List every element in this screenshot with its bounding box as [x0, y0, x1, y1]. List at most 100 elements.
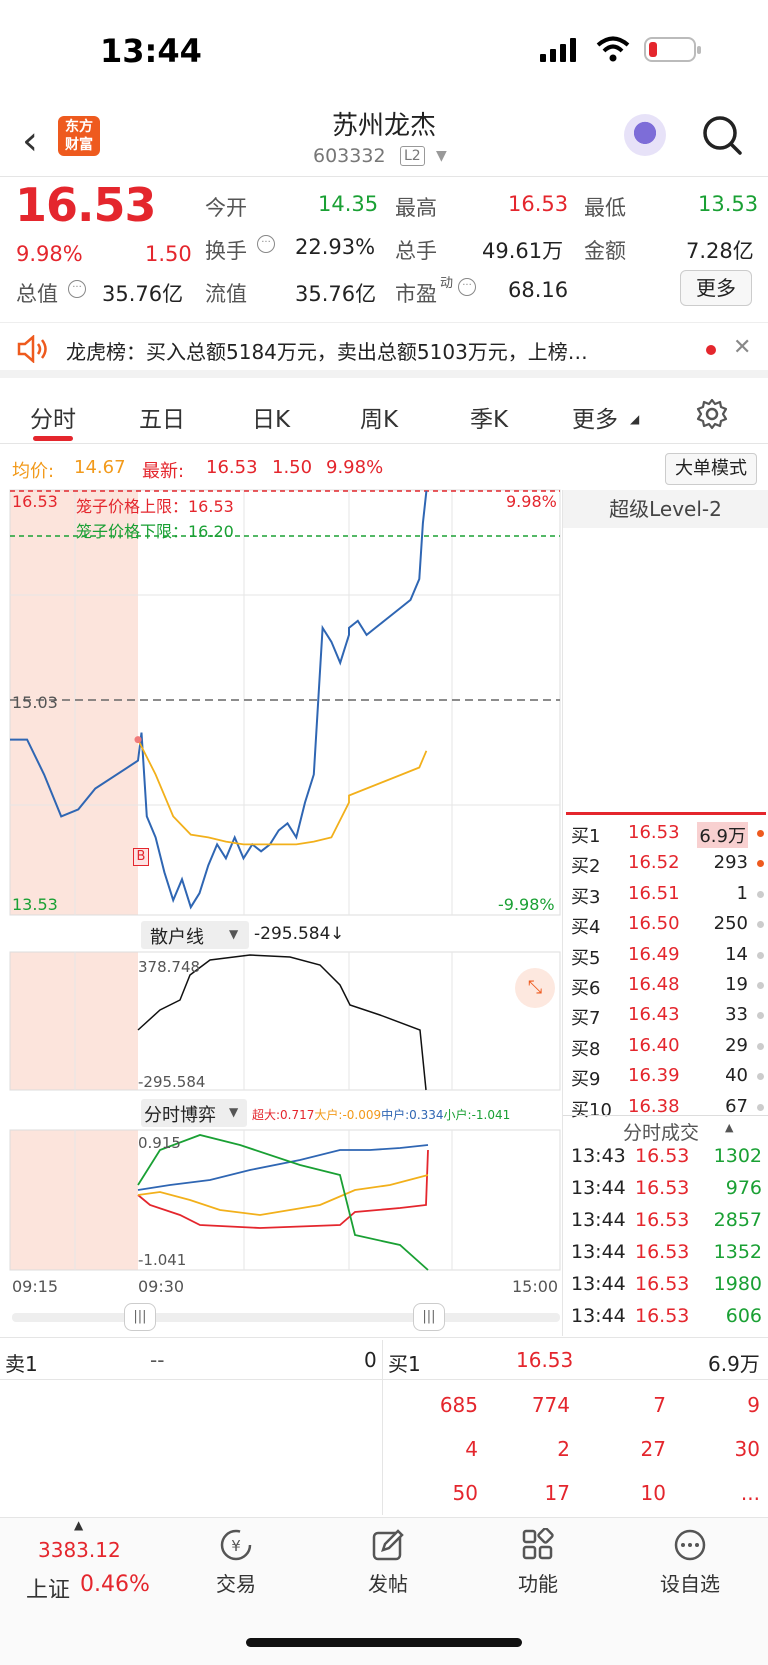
- sell1-price: --: [150, 1348, 165, 1372]
- caret-up-icon: ▲: [725, 1121, 734, 1134]
- orderbook-volume: 67: [725, 1095, 748, 1117]
- queue-cell: 4: [465, 1437, 478, 1461]
- orderbook-volume: 250: [713, 913, 748, 935]
- large-value: 大户:-0.009: [314, 1108, 382, 1122]
- orderbook-level: 买7: [571, 1008, 601, 1030]
- queue-cell: 685: [439, 1393, 478, 1417]
- buy-point: [134, 736, 142, 744]
- range-handle-right[interactable]: |||: [413, 1303, 445, 1331]
- svg-text:¥: ¥: [231, 1537, 241, 1555]
- game-min: -1.041: [138, 1251, 187, 1269]
- queue-cell: 9: [747, 1393, 760, 1417]
- trade-volume: 2857: [713, 1209, 762, 1231]
- price-axis-mid: 15.03: [12, 693, 58, 712]
- time-tick-start: 09:15: [12, 1277, 59, 1296]
- trade-price: 16.53: [635, 1305, 690, 1327]
- orderbook-price: 16.53: [628, 822, 680, 843]
- game-line-3: [137, 1134, 429, 1271]
- status-dot: [757, 890, 764, 898]
- trade-price: 16.53: [635, 1273, 690, 1295]
- orderbook-price: 16.48: [628, 974, 680, 995]
- trade-price: 16.53: [635, 1209, 690, 1231]
- game-max: 0.915: [138, 1134, 181, 1152]
- index-value[interactable]: 3383.12: [38, 1538, 121, 1562]
- nav-add-watchlist[interactable]: 设自选: [640, 1528, 740, 1597]
- orderbook-level: 买6: [571, 978, 601, 999]
- orderbook-level: 买10: [571, 1099, 612, 1121]
- buy1-label: 买1: [388, 1352, 421, 1376]
- trade-volume: 976: [725, 1177, 762, 1199]
- orderbook-price: 16.52: [628, 852, 680, 874]
- edit-icon: [372, 1529, 404, 1561]
- queue-cell: 17: [544, 1481, 570, 1505]
- retail-line-selector[interactable]: 散户线 ▼: [141, 921, 249, 949]
- orderbook-level: 买2: [571, 856, 601, 878]
- nav-watchlist-label: 设自选: [660, 1572, 720, 1596]
- retail-min: -295.584: [138, 1073, 206, 1091]
- cage-lower-label: 笼子价格下限：16.20: [76, 522, 234, 541]
- nav-trade[interactable]: ¥ 交易: [186, 1528, 286, 1597]
- status-dot: [757, 1103, 764, 1111]
- trade-volume: 606: [725, 1305, 762, 1327]
- orderbook-level: 买9: [571, 1069, 601, 1091]
- orderbook-volume: 293: [713, 852, 748, 874]
- buy-marker-icon[interactable]: B: [133, 848, 149, 866]
- orderbook-price: 16.51: [628, 882, 680, 904]
- more-circle-icon: [674, 1529, 706, 1561]
- nav-post-label: 发帖: [368, 1572, 408, 1596]
- dropdown-icon: ▼: [229, 927, 239, 941]
- grid-icon: [522, 1528, 554, 1560]
- range-handle-left[interactable]: |||: [124, 1303, 156, 1331]
- retail-max: 378.748: [138, 958, 201, 976]
- pct-axis-bottom: -9.98%: [498, 895, 555, 914]
- orderbook-price: 16.38: [628, 1095, 680, 1117]
- time-tick-close: 15:00: [512, 1277, 559, 1296]
- dropdown-icon: ▼: [229, 1105, 239, 1119]
- range-slider-track[interactable]: [12, 1313, 560, 1322]
- small-value: 小户:-1.041: [443, 1108, 511, 1122]
- queue-cell: ...: [740, 1481, 760, 1505]
- divider: [0, 1337, 768, 1338]
- game-selector[interactable]: 分时博弈 ▼: [141, 1099, 247, 1127]
- trade-volume: 1302: [713, 1145, 762, 1167]
- queue-cell: 30: [734, 1437, 760, 1461]
- down-arrow-icon: ↓: [330, 924, 345, 944]
- caret-up-icon: ▲: [74, 1518, 84, 1532]
- nav-functions[interactable]: 功能: [488, 1528, 588, 1597]
- index-name[interactable]: 上证: [26, 1572, 70, 1604]
- nav-functions-label: 功能: [518, 1572, 558, 1596]
- cage-upper-label: 笼子价格上限：16.53: [76, 497, 234, 516]
- orderbook-level: 买5: [571, 947, 601, 969]
- buy1-volume: 6.9万: [708, 1352, 760, 1376]
- orderbook-divider: [566, 812, 766, 815]
- pct-axis-top: 9.98%: [506, 492, 557, 511]
- divider: [382, 1340, 383, 1515]
- orderbook-volume: 19: [725, 974, 748, 995]
- nav-post[interactable]: 发帖: [338, 1528, 438, 1597]
- level2-title[interactable]: 超级Level-2: [563, 490, 768, 528]
- orderbook-level: 买1: [571, 826, 601, 847]
- trade-time: 13:43: [571, 1145, 626, 1167]
- orderbook-volume: 1: [736, 882, 748, 904]
- retail-line-label: 散户线: [150, 927, 204, 948]
- game-line-2: [137, 1144, 429, 1191]
- orderbook-level: 买8: [571, 1038, 601, 1060]
- trade-volume: 1980: [713, 1273, 762, 1295]
- status-dot: [757, 982, 764, 989]
- orderbook-volume: 6.9万: [697, 822, 748, 848]
- orderbook-price: 16.49: [628, 943, 680, 965]
- buy1-price: 16.53: [516, 1348, 574, 1372]
- trade-time: 13:44: [571, 1177, 626, 1199]
- queue-cell: 7: [653, 1393, 666, 1417]
- orderbook-price: 16.50: [628, 913, 680, 935]
- home-indicator: [246, 1638, 522, 1647]
- orderbook-level: 买4: [571, 917, 601, 939]
- orderbook-volume: 40: [725, 1065, 748, 1087]
- trade-volume: 1352: [713, 1241, 762, 1263]
- trades-title[interactable]: 分时成交: [623, 1118, 699, 1145]
- orderbook-level: 买3: [571, 886, 601, 908]
- expand-icon[interactable]: ⤡: [515, 968, 555, 1008]
- orderbook-volume: 33: [725, 1004, 748, 1026]
- queue-cell: 774: [531, 1393, 570, 1417]
- index-pct[interactable]: 0.46%: [80, 1572, 150, 1597]
